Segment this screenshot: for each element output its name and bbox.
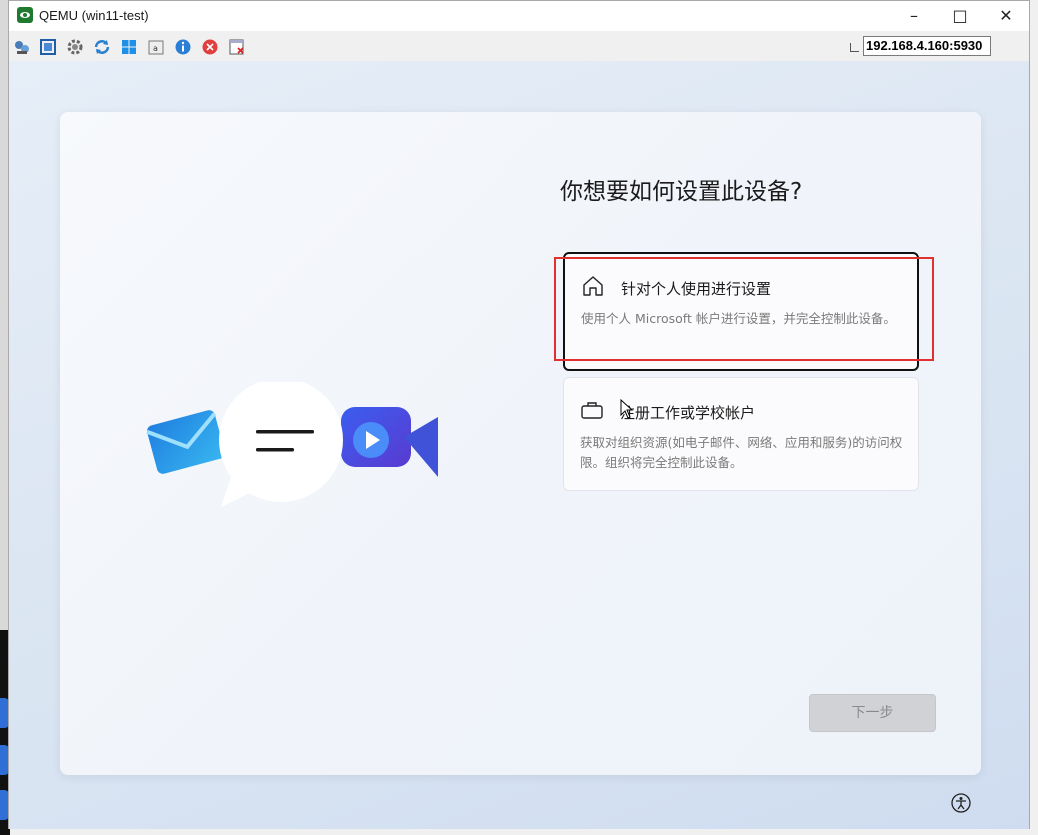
windows-icon[interactable] [120,38,138,56]
minimize-button[interactable]: – [891,1,937,31]
settings-icon[interactable] [66,38,84,56]
close-button[interactable]: ✕ [983,1,1029,31]
briefcase-icon [581,402,603,419]
option-description: 使用个人 Microsoft 帐户进行设置，并完全控制此设备。 [581,311,896,326]
network-icon[interactable] [13,38,31,56]
info-icon[interactable] [174,38,192,56]
personal-use-option[interactable]: 针对个人使用进行设置 使用个人 Microsoft 帐户进行设置，并完全控制此设… [563,252,919,371]
svg-text:a: a [153,44,158,53]
home-icon [583,276,603,296]
chat-bubble-icon [219,382,343,507]
setup-heading: 你想要如何设置此设备? [560,179,803,205]
work-school-option[interactable]: 注册工作或学校帐户 获取对组织资源(如电子邮件、网络、应用和服务)的访问权限。组… [563,377,919,491]
keyboard-icon[interactable]: a [147,38,165,56]
option-title: 注册工作或学校帐户 [620,404,756,422]
oobe-card: 你想要如何设置此设备? 针对个人使用进行设置 使用个人 Microsoft 帐户… [60,112,981,775]
title-bar[interactable]: QEMU (win11-test) – □ ✕ [9,1,1029,31]
window-title: QEMU (win11-test) [39,8,149,23]
communication-illustration [146,382,438,507]
option-description: 获取对组织资源(如电子邮件、网络、应用和服务)的访问权限。组织将完全控制此设备。 [580,435,903,470]
toolbar: a 192.168.4.160:5930 [9,31,1029,62]
refresh-icon[interactable] [93,38,111,56]
accessibility-icon[interactable] [951,793,971,813]
fullscreen-icon[interactable] [39,38,57,56]
disconnect-icon[interactable] [228,38,246,56]
address-field[interactable]: 192.168.4.160:5930 [863,36,991,56]
option-title: 针对个人使用进行设置 [621,280,772,298]
address-grip [850,43,859,52]
qemu-window: QEMU (win11-test) – □ ✕ a 192.168.4.160:… [8,0,1030,829]
mail-icon [146,410,225,474]
close-circle-icon[interactable] [201,38,219,56]
mouse-cursor-icon [620,399,634,419]
qemu-eye-icon [17,7,33,23]
next-button[interactable]: 下一步 [809,694,936,732]
vm-screen[interactable]: 你想要如何设置此设备? 针对个人使用进行设置 使用个人 Microsoft 帐户… [9,61,1029,829]
maximize-button[interactable]: □ [937,1,983,31]
video-icon [341,407,438,477]
